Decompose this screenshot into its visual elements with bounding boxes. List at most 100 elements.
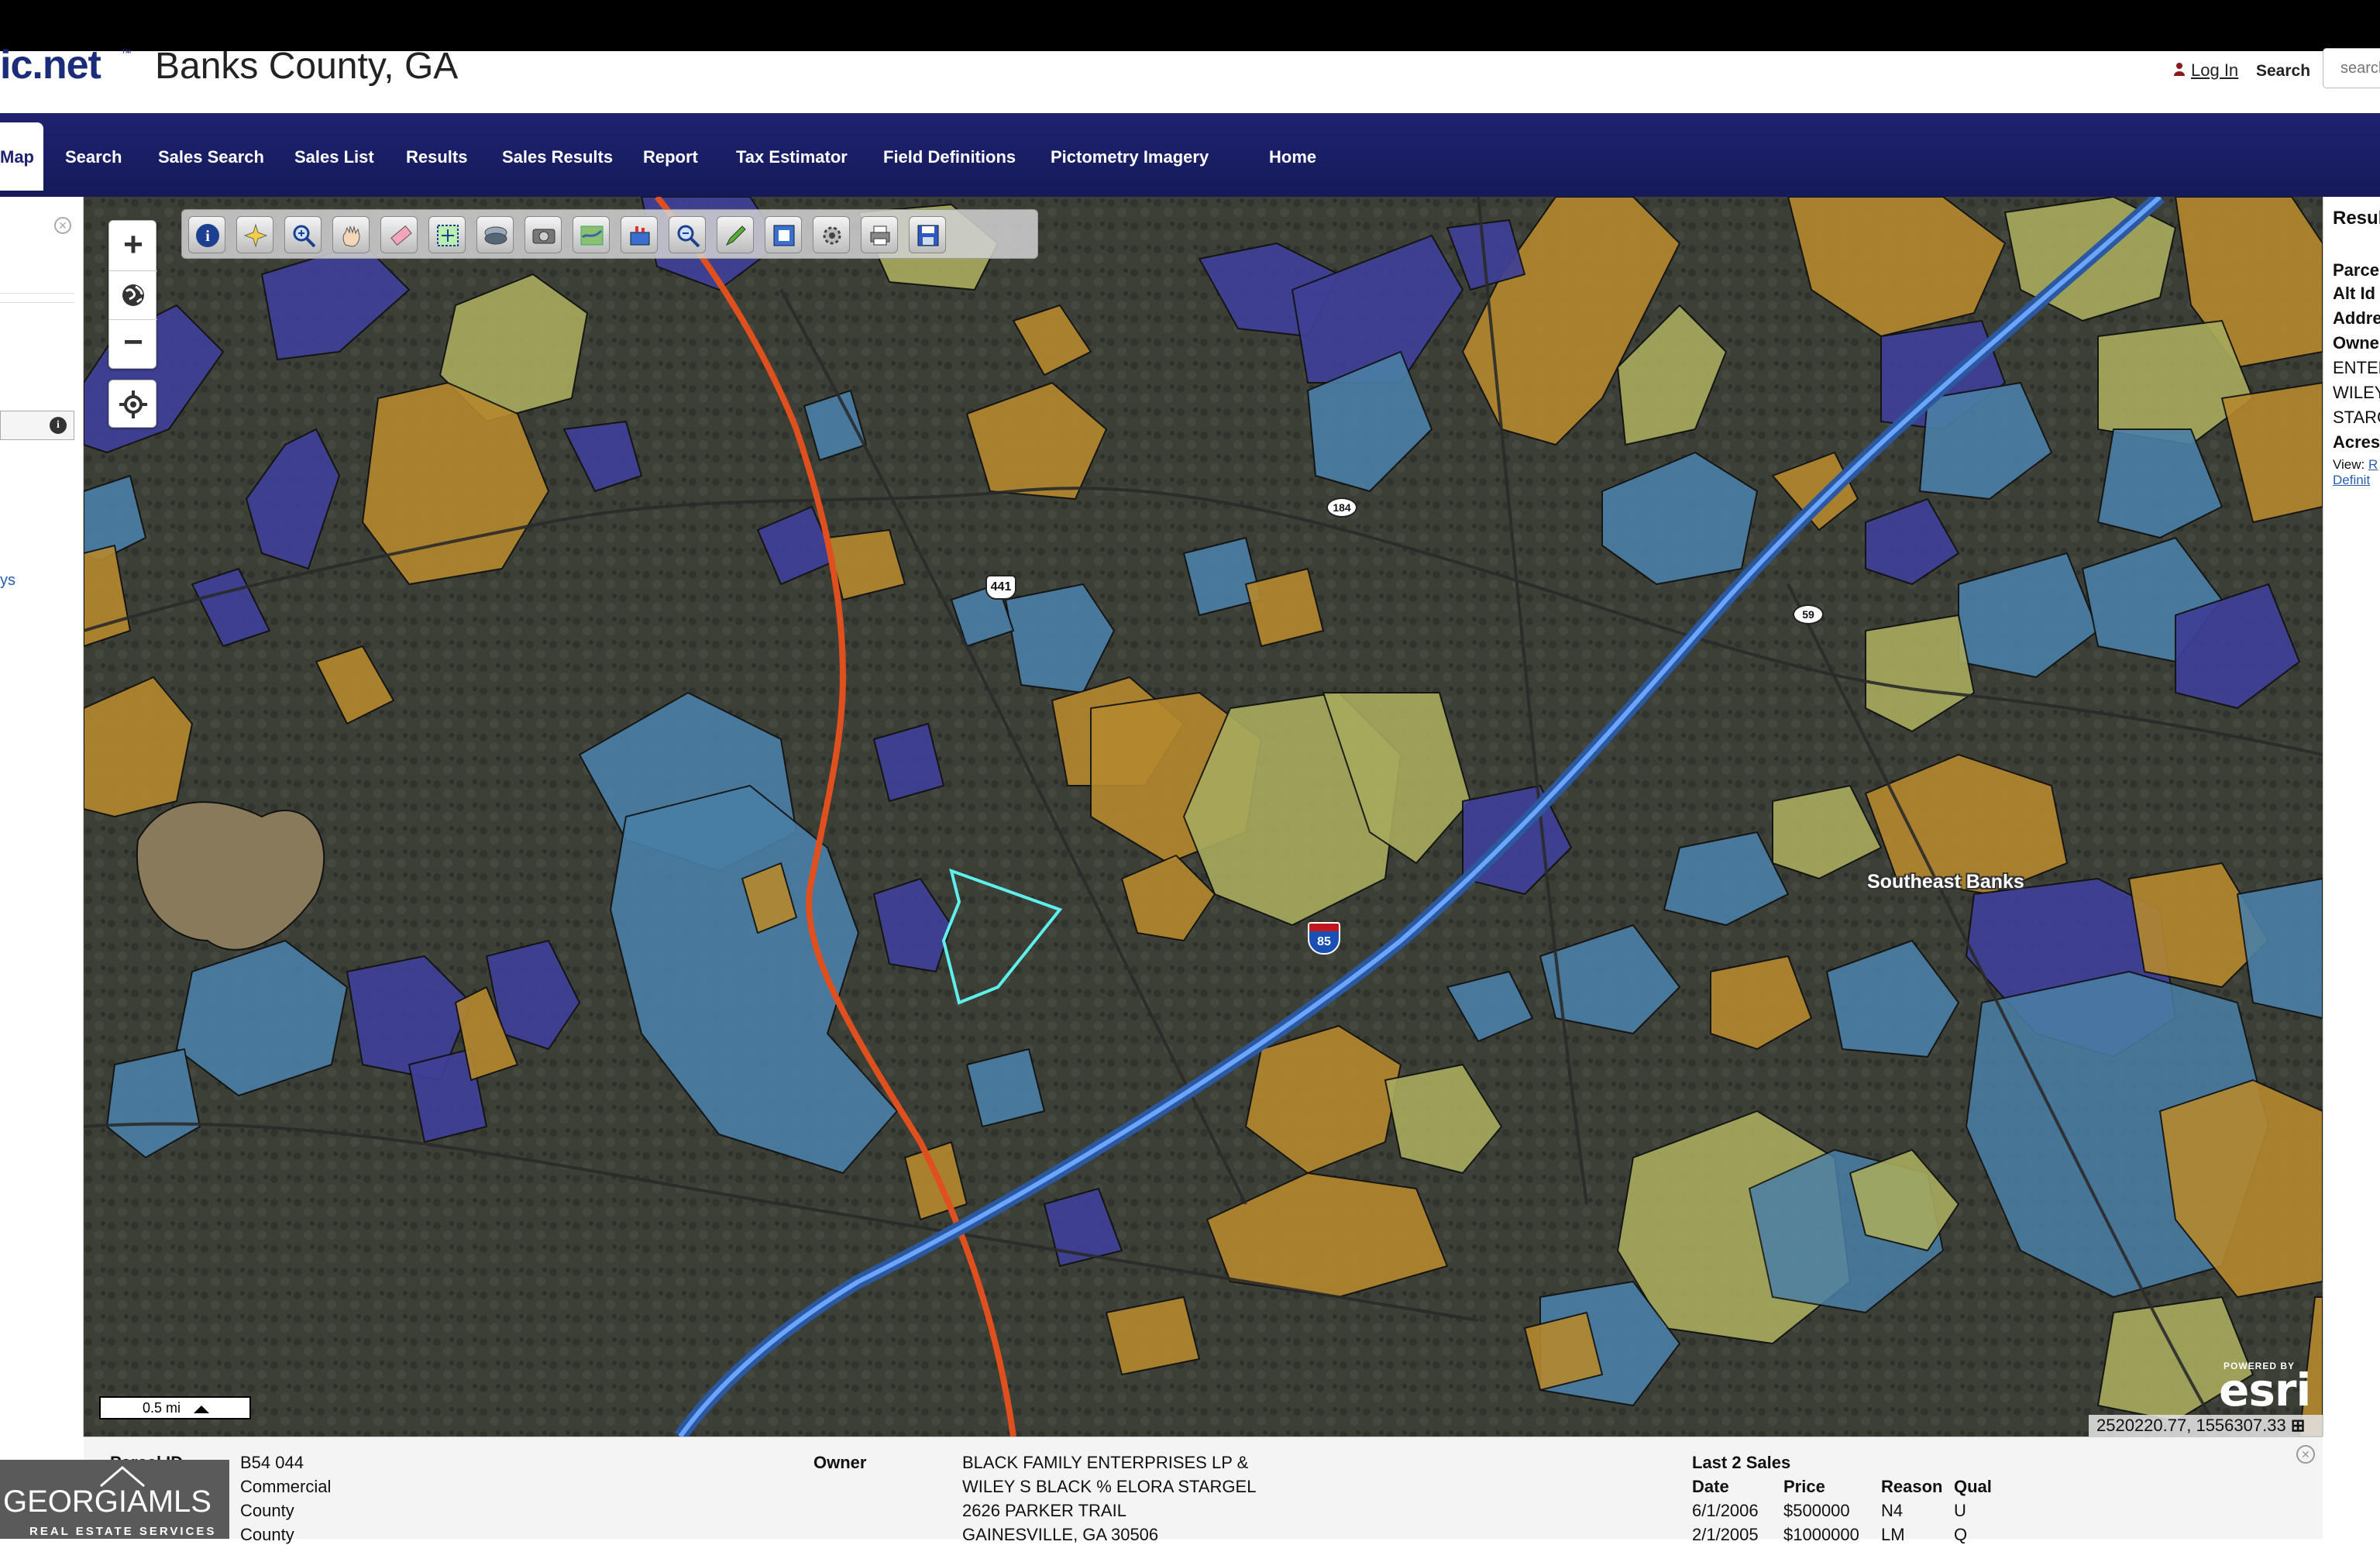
info-icon[interactable]: i xyxy=(188,216,225,253)
print-icon[interactable] xyxy=(861,216,898,253)
map-icon[interactable] xyxy=(573,216,610,253)
result-line-owner: Owne xyxy=(2333,333,2379,353)
i-85-shield: 85 xyxy=(1308,922,1340,955)
left-panel-divider xyxy=(0,302,74,303)
results-panel: Resul Parcel Alt Id Addre Owne ENTEF WIL… xyxy=(2323,197,2380,1437)
locate-icon[interactable] xyxy=(108,380,156,428)
pan-icon[interactable] xyxy=(332,216,370,253)
result-line-owner-1: ENTEF xyxy=(2333,358,2380,377)
camera-icon[interactable] xyxy=(524,216,562,253)
scale-bar: 0.5 mi xyxy=(99,1396,251,1419)
left-panel-link[interactable]: ys xyxy=(0,572,15,590)
parcel-value-4: County xyxy=(240,1525,294,1544)
left-panel-divider xyxy=(0,293,74,294)
info-icon[interactable]: i xyxy=(50,417,67,434)
place-label: Southeast Banks xyxy=(1867,871,2024,893)
georgiamls-watermark: GEORGIAMLS REAL ESTATE SERVICES xyxy=(0,1460,229,1539)
settings-icon[interactable] xyxy=(813,216,850,253)
main-nav: Map Search Sales Search Sales List Resul… xyxy=(0,113,2380,197)
nav-sales-list[interactable]: Sales List xyxy=(294,147,374,167)
sales-title: Last 2 Sales xyxy=(1692,1453,1791,1472)
window-top-bar xyxy=(0,0,2380,51)
county-title: Banks County, GA xyxy=(155,46,459,87)
esri-logo[interactable]: esri xyxy=(2219,1364,2311,1416)
tab-map[interactable]: Map xyxy=(0,122,43,191)
nav-sales-results[interactable]: Sales Results xyxy=(502,147,613,167)
sale-1-reason: N4 xyxy=(1881,1501,1904,1520)
left-panel: ✕ i ys xyxy=(0,197,84,1437)
definitions-link[interactable]: Definit xyxy=(2333,473,2370,487)
result-line-parcel: Parcel xyxy=(2333,260,2380,280)
scale-label: 0.5 mi xyxy=(143,1400,181,1416)
sales-header-date: Date xyxy=(1692,1477,1729,1496)
tab-map-label[interactable]: Map xyxy=(0,147,34,167)
owner-line-3: 2626 PARKER TRAIL xyxy=(962,1501,1126,1520)
map-view[interactable]: Southeast Banks 441 184 59 85 + − i 0.5 … xyxy=(84,197,2323,1437)
draw-icon[interactable] xyxy=(717,216,754,253)
view-link[interactable]: R xyxy=(2368,457,2378,472)
extent-icon[interactable] xyxy=(765,216,802,253)
sales-header-price: Price xyxy=(1783,1477,1825,1496)
scale-toggle-icon[interactable] xyxy=(194,1406,209,1413)
site-logo[interactable]: ic.net xyxy=(0,42,101,88)
header-search-input[interactable] xyxy=(2323,48,2380,88)
save-icon[interactable] xyxy=(909,216,946,253)
nav-tax-estimator[interactable]: Tax Estimator xyxy=(736,147,848,167)
login-link[interactable]: Log In xyxy=(2191,60,2238,81)
sale-1-price: $500000 xyxy=(1783,1501,1850,1520)
zoom-controls: + − xyxy=(108,220,157,370)
globe-icon[interactable] xyxy=(109,271,157,319)
zoom-in-button[interactable]: + xyxy=(109,221,157,270)
nav-search[interactable]: Search xyxy=(65,147,122,167)
identify-icon[interactable] xyxy=(236,216,273,253)
result-line-acres: Acres xyxy=(2333,432,2380,452)
nav-sales-search[interactable]: Sales Search xyxy=(158,147,264,167)
zoom-in-tool-icon[interactable] xyxy=(284,216,322,253)
hwy-59-shield: 59 xyxy=(1793,604,1824,625)
owner-label: Owner xyxy=(813,1453,867,1472)
nav-results[interactable]: Results xyxy=(406,147,467,167)
nav-home[interactable]: Home xyxy=(1269,147,1316,167)
user-icon xyxy=(2174,63,2185,76)
result-line-alt-id: Alt Id xyxy=(2333,284,2375,303)
result-line-owner-3: STARG xyxy=(2333,408,2380,427)
parcel-map[interactable] xyxy=(84,197,2323,1437)
coordinate-readout: 2520220.77, 1556307.33 ⊞ xyxy=(2089,1415,2323,1437)
select-area-icon[interactable] xyxy=(428,216,466,253)
zoom-out-tool-icon[interactable] xyxy=(669,216,706,253)
parcel-value-3: County xyxy=(240,1501,294,1520)
owner-line-4: GAINESVILLE, GA 30506 xyxy=(962,1525,1159,1544)
owner-line-1: BLACK FAMILY ENTERPRISES LP & xyxy=(962,1453,1249,1472)
result-line-address: Addre xyxy=(2333,308,2380,328)
parcel-value-1: B54 044 xyxy=(240,1453,304,1472)
logo-trademark: ™ xyxy=(121,46,132,59)
left-panel-close-icon[interactable]: ✕ xyxy=(54,217,71,234)
sales-header-reason: Reason xyxy=(1881,1477,1943,1496)
layers-icon[interactable] xyxy=(476,216,514,253)
view-label: View: xyxy=(2333,457,2365,472)
info-panel-close-icon[interactable]: ✕ xyxy=(2296,1445,2315,1464)
sale-2-price: $1000000 xyxy=(1783,1525,1859,1544)
result-line-owner-2: WILEY xyxy=(2333,383,2380,402)
header-search-label: Search xyxy=(2256,62,2311,80)
sale-1-date: 6/1/2006 xyxy=(1692,1501,1759,1520)
nav-report[interactable]: Report xyxy=(643,147,698,167)
sale-2-date: 2/1/2005 xyxy=(1692,1525,1759,1544)
hwy-184-shield: 184 xyxy=(1326,497,1357,518)
owner-line-2: WILEY S BLACK % ELORA STARGEL xyxy=(962,1477,1257,1496)
parcel-info-panel: Parcel ID B54 044 Commercial County Coun… xyxy=(84,1437,2323,1544)
result-view-row: View: R xyxy=(2333,457,2378,473)
buffer-icon[interactable] xyxy=(621,216,658,253)
nav-field-definitions[interactable]: Field Definitions xyxy=(883,147,1016,167)
expand-icon[interactable]: ⊞ xyxy=(2291,1416,2305,1435)
sale-2-reason: LM xyxy=(1881,1525,1905,1544)
us-441-shield: 441 xyxy=(985,575,1016,600)
sales-header-qual: Qual xyxy=(1954,1477,1992,1496)
parcel-value-2: Commercial xyxy=(240,1477,332,1496)
results-title: Resul xyxy=(2333,208,2380,229)
zoom-out-button[interactable]: − xyxy=(109,320,157,370)
login-link-text[interactable]: Log In xyxy=(2191,60,2238,80)
globe-icon[interactable] xyxy=(109,270,157,320)
eraser-icon[interactable] xyxy=(380,216,418,253)
nav-pictometry-imagery[interactable]: Pictometry Imagery xyxy=(1051,147,1209,167)
